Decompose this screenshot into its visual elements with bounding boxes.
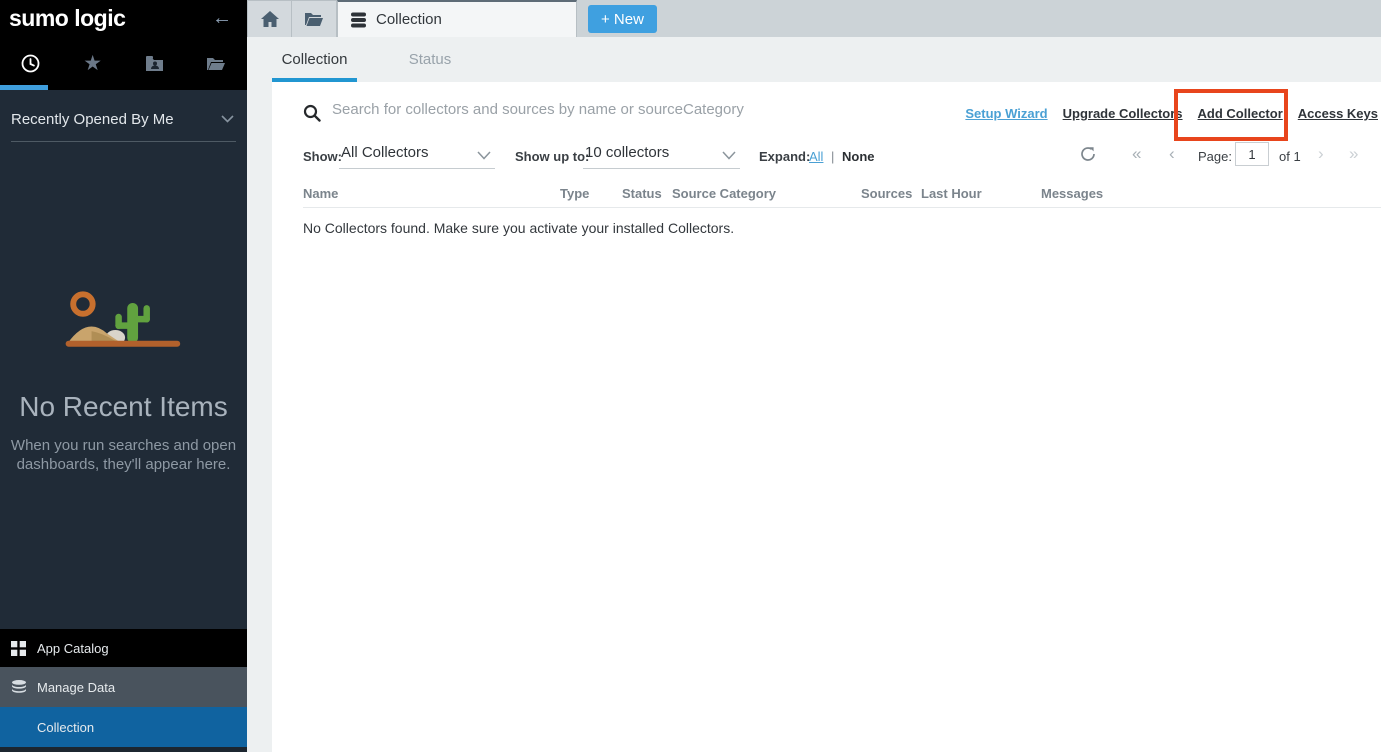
setup-wizard-link[interactable]: Setup Wizard [965,106,1047,121]
sidebar-item-app-catalog[interactable]: App Catalog [0,629,247,667]
separator: | [831,149,834,164]
no-recent-items-title: No Recent Items [0,391,247,423]
column-header-name[interactable]: Name [303,186,338,201]
show-dropdown[interactable]: All Collectors [339,144,495,169]
access-keys-link[interactable]: Access Keys [1298,106,1378,121]
search-icon [303,104,321,122]
shared-content-tab[interactable] [124,37,186,90]
column-header-status[interactable]: Status [622,186,662,201]
home-tab-button[interactable] [247,0,292,37]
manage-data-database-icon [11,680,27,695]
expand-label: Expand: [759,149,810,164]
sidebar-item-label: App Catalog [37,641,109,656]
recent-filter-label: Recently Opened By Me [11,111,174,128]
app-catalog-grid-icon [11,641,26,656]
sidebar-nav-next-item [0,747,247,752]
database-stack-icon [350,12,367,28]
clock-icon [21,54,40,73]
page-number-input[interactable] [1235,142,1269,166]
sidebar-header: sumo logic ← [0,0,247,37]
tab-status[interactable]: Status [385,51,475,68]
table-header-row: Name Type Status Source Category Sources… [303,182,1381,208]
last-page-icon[interactable]: » [1349,145,1358,162]
sidebar-item-manage-data[interactable]: Manage Data [0,667,247,707]
home-icon [261,11,279,27]
sidebar-empty-state: No Recent Items When you run searches an… [0,290,247,474]
collection-panel: Setup Wizard Upgrade Collectors Add Coll… [272,82,1381,752]
page-label: Page: [1198,149,1232,164]
expand-none-link[interactable]: None [842,149,875,164]
filter-toolbar: Show: All Collectors Show up to: 10 coll… [272,138,1381,178]
column-header-last-hour[interactable]: Last Hour [921,186,982,201]
column-header-type[interactable]: Type [560,186,589,201]
next-page-icon[interactable]: › [1318,145,1324,162]
sidebar-item-label: Manage Data [37,680,115,695]
column-header-messages[interactable]: Messages [1041,186,1103,201]
refresh-icon[interactable] [1080,146,1096,162]
add-collector-link[interactable]: Add Collector [1198,106,1283,121]
sidebar-item-label: Collection [37,720,94,735]
add-collector-wrap: Add Collector [1198,106,1283,121]
chevron-down-icon [477,151,491,160]
app-window: sumo logic ← ★ [0,0,1381,752]
column-header-sources[interactable]: Sources [861,186,912,201]
sidebar-bottom-nav: App Catalog Manage Data Collection [0,629,247,752]
new-button[interactable]: + New [588,5,657,33]
show-dropdown-value: All Collectors [339,144,429,161]
shared-folder-icon [145,55,164,72]
column-header-source-category[interactable]: Source Category [672,186,776,201]
first-page-icon[interactable]: « [1132,145,1141,162]
page-count-label: of 1 [1279,149,1301,164]
no-recent-items-text: When you run searches and open dashboard… [0,436,247,474]
sidebar-item-collection[interactable]: Collection [0,707,247,747]
sidebar: sumo logic ← ★ [0,0,247,752]
collection-window-tab[interactable]: Collection [337,0,577,37]
show-up-to-label: Show up to: [515,149,589,164]
active-tab-indicator [0,85,48,90]
sub-tab-bar: Collection Status [247,37,1381,82]
top-tab-bar: Collection + New [247,0,1381,37]
show-up-to-dropdown[interactable]: 10 collectors [583,144,740,169]
sidebar-icon-bar: ★ [0,37,247,90]
upgrade-collectors-link[interactable]: Upgrade Collectors [1063,106,1183,121]
desert-illustration [0,290,247,357]
chevron-down-icon [722,151,736,160]
collector-action-links: Setup Wizard Upgrade Collectors Add Coll… [965,106,1378,121]
expand-all-link[interactable]: All [809,149,823,164]
recent-filter-dropdown[interactable]: Recently Opened By Me [11,111,236,142]
folder-icon [206,56,226,72]
show-label: Show: [303,149,342,164]
library-tab-button[interactable] [292,0,337,37]
favorites-tab[interactable]: ★ [62,37,124,90]
prev-page-icon[interactable]: ‹ [1169,145,1175,162]
collapse-sidebar-icon[interactable]: ← [212,7,232,30]
chevron-down-icon [221,115,234,123]
empty-table-message: No Collectors found. Make sure you activ… [303,220,734,236]
library-tab[interactable] [185,37,247,90]
tab-title: Collection [376,11,442,28]
folder-open-icon [304,12,324,27]
sumo-logic-logo: sumo logic [9,5,125,32]
recents-tab[interactable] [0,37,62,90]
main-area: Collection + New Collection Status Setup… [247,0,1381,752]
tab-collection[interactable]: Collection [272,51,357,68]
show-up-to-dropdown-value: 10 collectors [583,144,669,161]
search-input[interactable] [332,101,892,118]
star-icon: ★ [83,53,102,74]
